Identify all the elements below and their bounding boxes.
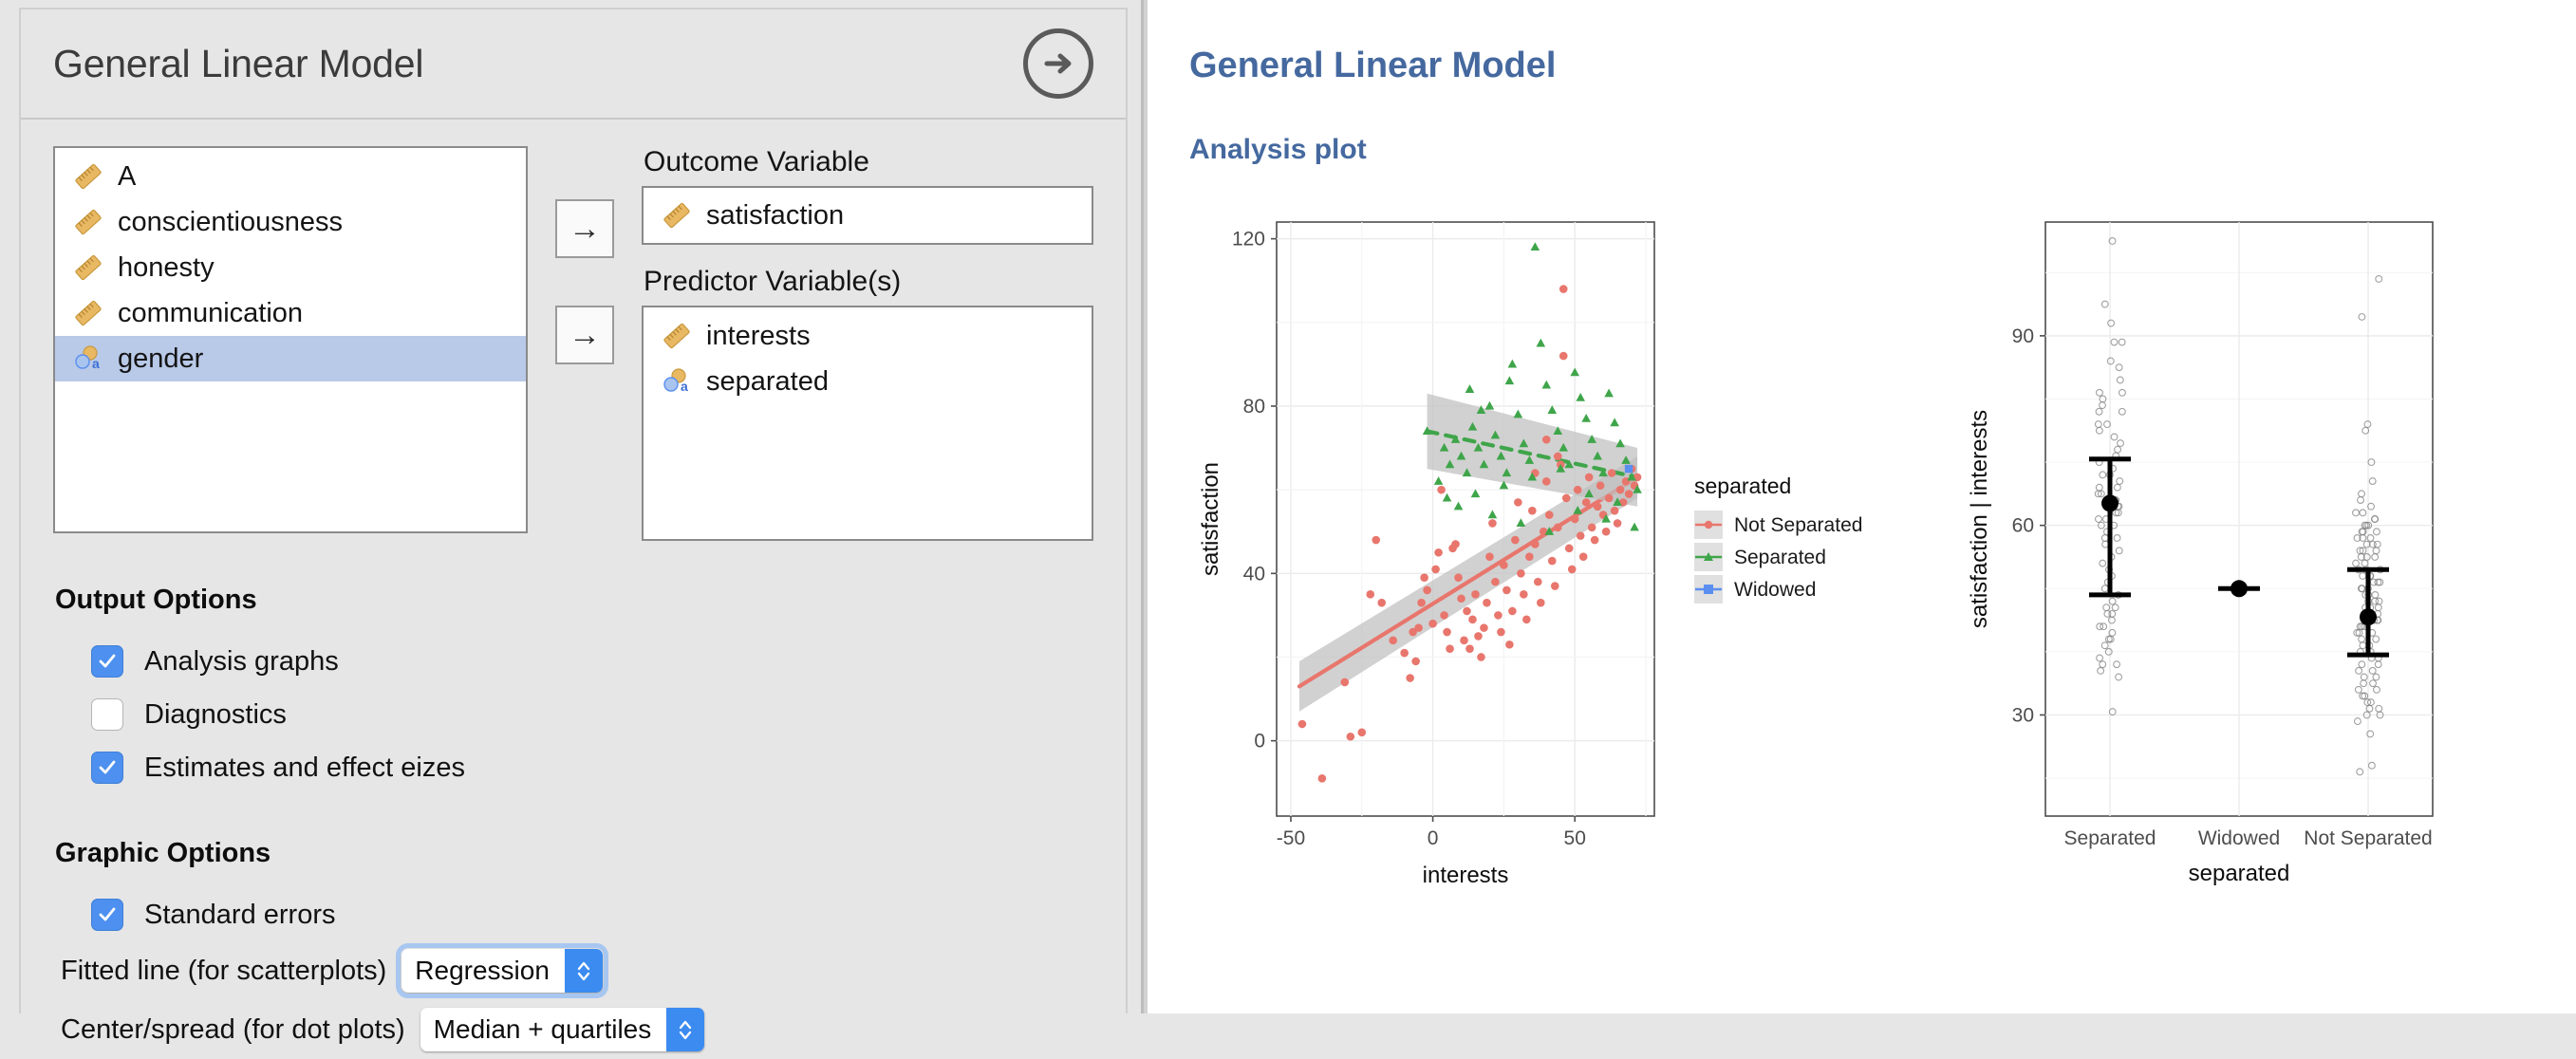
results-title: General Linear Model xyxy=(1189,46,1557,85)
checkbox-row-standard-errors[interactable]: Standard errors xyxy=(91,888,1093,941)
svg-text:a: a xyxy=(92,356,100,371)
checkbox-analysis-graphs[interactable] xyxy=(91,645,123,678)
list-item[interactable]: honesty xyxy=(55,245,526,290)
list-item[interactable]: satisfaction xyxy=(644,188,844,243)
outcome-variable-box[interactable]: satisfaction xyxy=(642,186,1093,245)
continuous-variable-icon xyxy=(72,206,104,238)
svg-text:Widowed: Widowed xyxy=(2198,827,2280,849)
svg-text:satisfaction | interests: satisfaction | interests xyxy=(1967,410,1992,628)
svg-text:0: 0 xyxy=(1254,731,1265,752)
checkbox-row-analysis-graphs[interactable]: Analysis graphs xyxy=(91,635,1093,688)
continuous-variable-icon xyxy=(661,320,693,352)
assign-predictor-button[interactable]: → xyxy=(555,306,614,364)
svg-text:90: 90 xyxy=(2012,325,2034,347)
options-body: A conscientiousness honesty communicatio… xyxy=(21,120,1126,1059)
continuous-variable-icon xyxy=(661,199,693,232)
target-boxes-column: Outcome Variable satisfaction Predictor … xyxy=(642,146,1093,541)
list-item-label: separated xyxy=(706,365,829,397)
checkbox-standard-errors[interactable] xyxy=(91,899,123,931)
checkbox-label: Standard errors xyxy=(144,899,336,930)
dotplot: 30 60 90 Separated Widowed Not Separated separ… xyxy=(1967,221,2434,886)
list-item[interactable]: a gender xyxy=(55,336,526,381)
stepper-updown-icon[interactable] xyxy=(564,949,603,993)
analysis-plots: 0 40 80 120 -50 0 50 interests satisfaction separ… xyxy=(1189,209,2452,930)
svg-text:80: 80 xyxy=(1243,396,1265,418)
scatterplot: 0 40 80 120 -50 0 50 interests satisfaction separ… xyxy=(1198,221,1862,888)
page-title: General Linear Model xyxy=(53,41,424,85)
checkbox-diagnostics[interactable] xyxy=(91,698,123,731)
predictor-variables-label: Predictor Variable(s) xyxy=(644,266,902,297)
list-item[interactable]: a separated xyxy=(644,359,1092,404)
nominal-variable-icon: a xyxy=(661,365,693,398)
list-item-label: honesty xyxy=(118,251,215,283)
predictor-variables-box[interactable]: interests a separated xyxy=(642,306,1093,541)
checkbox-estimates-effect-sizes[interactable] xyxy=(91,752,123,784)
nominal-variable-icon: a xyxy=(72,343,104,375)
fitted-line-select[interactable]: Regression xyxy=(396,943,608,998)
list-item-label: interests xyxy=(706,320,811,351)
center-spread-select[interactable]: Median + quartiles xyxy=(420,1008,705,1051)
stepper-updown-icon[interactable] xyxy=(666,1008,705,1051)
svg-text:a: a xyxy=(681,379,688,394)
results-panel: General Linear Model Analysis plot 0 40 80… xyxy=(1144,0,2576,1013)
checkbox-label: Diagnostics xyxy=(144,698,287,730)
svg-text:50: 50 xyxy=(1564,827,1586,849)
select-row-center-spread: Center/spread (for dot plots) Median + q… xyxy=(61,1000,1093,1059)
checkbox-row-diagnostics[interactable]: Diagnostics xyxy=(91,688,1093,741)
app-window: General Linear Model A conscientiousness… xyxy=(0,0,2576,1051)
checkbox-label: Analysis graphs xyxy=(144,645,339,677)
list-item-label: communication xyxy=(118,297,304,328)
graphic-options-heading: Graphic Options xyxy=(55,838,271,868)
fitted-line-value: Regression xyxy=(415,956,550,985)
svg-text:separated: separated xyxy=(1694,474,1791,498)
svg-text:Not Separated: Not Separated xyxy=(2304,827,2432,849)
arrow-right-circle-icon[interactable] xyxy=(1023,28,1093,99)
assign-outcome-button[interactable]: → xyxy=(555,199,614,258)
list-item-label: gender xyxy=(118,343,204,374)
svg-text:0: 0 xyxy=(1428,827,1439,849)
output-options-heading: Output Options xyxy=(55,585,257,615)
svg-text:40: 40 xyxy=(1243,563,1265,585)
select-label: Fitted line (for scatterplots) xyxy=(61,955,387,986)
available-variables-list[interactable]: A conscientiousness honesty communicatio… xyxy=(53,146,528,533)
svg-text:-50: -50 xyxy=(1277,827,1305,849)
list-item-label: satisfaction xyxy=(706,199,845,231)
analysis-options-panel: General Linear Model A conscientiousness… xyxy=(0,0,1144,1051)
arrow-right-icon: → xyxy=(569,211,601,247)
svg-text:60: 60 xyxy=(2012,515,2034,537)
outcome-variable-label: Outcome Variable xyxy=(644,146,869,177)
select-row-fitted-line: Fitted line (for scatterplots) Regressio… xyxy=(61,941,1093,1000)
list-item[interactable]: communication xyxy=(55,290,526,336)
continuous-variable-icon xyxy=(72,251,104,284)
list-item[interactable]: interests xyxy=(644,313,1092,359)
svg-text:120: 120 xyxy=(1232,229,1265,251)
svg-text:satisfaction: satisfaction xyxy=(1198,462,1223,576)
checkbox-row-estimates[interactable]: Estimates and effect eizes xyxy=(91,741,1093,794)
center-spread-value: Median + quartiles xyxy=(433,1014,652,1044)
svg-text:Widowed: Widowed xyxy=(1734,579,1816,601)
continuous-variable-icon xyxy=(72,297,104,329)
svg-text:Separated: Separated xyxy=(1734,547,1826,568)
list-item[interactable]: A xyxy=(55,154,526,199)
select-label: Center/spread (for dot plots) xyxy=(61,1013,405,1045)
svg-text:30: 30 xyxy=(2012,704,2034,726)
svg-text:Separated: Separated xyxy=(2064,827,2156,849)
assign-buttons-column: → → xyxy=(528,146,642,364)
variable-assignment-row: A conscientiousness honesty communicatio… xyxy=(53,146,1093,541)
options-header: General Linear Model xyxy=(21,9,1126,120)
list-item-label: conscientiousness xyxy=(118,206,343,237)
continuous-variable-icon xyxy=(72,160,104,193)
svg-text:Not Separated: Not Separated xyxy=(1734,514,1862,536)
svg-text:interests: interests xyxy=(1423,863,1509,888)
checkbox-label: Estimates and effect eizes xyxy=(144,752,465,783)
options-container: General Linear Model A conscientiousness… xyxy=(19,8,1128,1051)
svg-text:separated: separated xyxy=(2189,861,2290,886)
results-subtitle: Analysis plot xyxy=(1189,134,1367,165)
list-item[interactable]: conscientiousness xyxy=(55,199,526,245)
arrow-right-icon: → xyxy=(569,317,601,353)
list-item-label: A xyxy=(118,160,137,192)
